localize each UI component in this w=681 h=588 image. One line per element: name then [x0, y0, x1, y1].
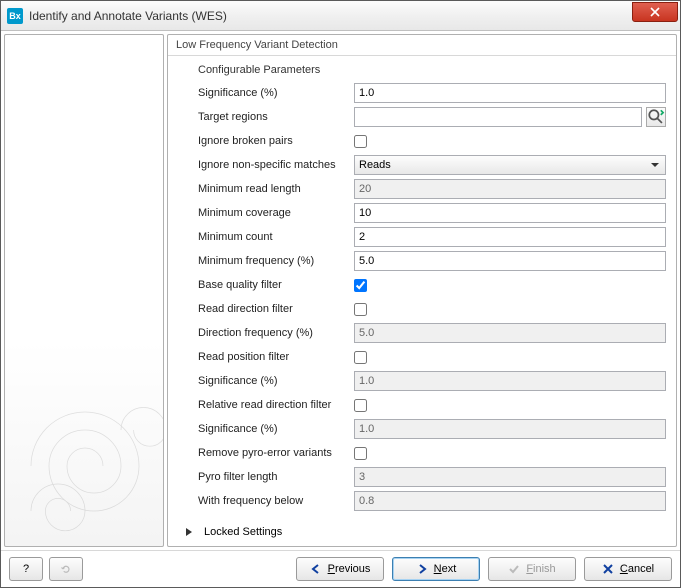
checkbox-ignore-broken-pairs[interactable] [354, 135, 367, 148]
input-target-regions[interactable] [354, 107, 642, 127]
input-direction-frequency [354, 323, 666, 343]
input-pyro-filter-length [354, 467, 666, 487]
locked-settings-label: Locked Settings [204, 526, 282, 538]
row-remove-pyro: Remove pyro-error variants [178, 442, 666, 464]
next-label: Next [434, 563, 457, 575]
reset-button[interactable] [49, 557, 83, 581]
titlebar: Bx Identify and Annotate Variants (WES) [1, 1, 680, 31]
select-value: Reads [359, 159, 391, 171]
row-read-position-filter: Read position filter [178, 346, 666, 368]
row-read-direction-filter: Read direction filter [178, 298, 666, 320]
section-title: Low Frequency Variant Detection [168, 35, 676, 56]
row-min-coverage: Minimum coverage [178, 202, 666, 224]
decorative-spiral [4, 376, 164, 547]
input-with-freq-below [354, 491, 666, 511]
cancel-button[interactable]: Cancel [584, 557, 672, 581]
label-ignore-nonspecific: Ignore non-specific matches [178, 159, 354, 171]
label-remove-pyro: Remove pyro-error variants [178, 447, 354, 459]
label-significance: Significance (%) [178, 87, 354, 99]
triangle-right-icon [186, 528, 192, 536]
row-base-quality-filter: Base quality filter [178, 274, 666, 296]
row-ignore-broken-pairs: Ignore broken pairs [178, 130, 666, 152]
label-significance-3: Significance (%) [178, 423, 354, 435]
label-read-position-filter: Read position filter [178, 351, 354, 363]
parameters-scroll[interactable]: Configurable Parameters Significance (%)… [168, 56, 676, 546]
window-title: Identify and Annotate Variants (WES) [29, 9, 632, 23]
previous-button[interactable]: Previous [296, 557, 384, 581]
row-significance-2: Significance (%) [178, 370, 666, 392]
browse-target-regions-button[interactable] [646, 107, 666, 127]
row-ignore-nonspecific: Ignore non-specific matches Reads [178, 154, 666, 176]
finish-button: Finish [488, 557, 576, 581]
checkbox-remove-pyro[interactable] [354, 447, 367, 460]
previous-label: Previous [328, 563, 371, 575]
row-target-regions: Target regions [178, 106, 666, 128]
dialog-window: Bx Identify and Annotate Variants (WES) … [0, 0, 681, 588]
arrow-right-icon [416, 563, 428, 575]
row-relative-read-dir: Relative read direction filter [178, 394, 666, 416]
row-with-freq-below: With frequency below [178, 490, 666, 512]
row-pyro-filter-length: Pyro filter length [178, 466, 666, 488]
body-area: Low Frequency Variant Detection Configur… [1, 31, 680, 550]
label-min-frequency: Minimum frequency (%) [178, 255, 354, 267]
checkbox-base-quality-filter[interactable] [354, 279, 367, 292]
label-base-quality-filter: Base quality filter [178, 279, 354, 291]
label-relative-read-dir: Relative read direction filter [178, 399, 354, 411]
cancel-label: Cancel [620, 563, 654, 575]
group-title: Configurable Parameters [198, 64, 666, 76]
close-button[interactable] [632, 2, 678, 22]
checkbox-relative-read-dir[interactable] [354, 399, 367, 412]
chevron-down-icon [651, 163, 659, 167]
label-min-read-length: Minimum read length [178, 183, 354, 195]
input-min-frequency[interactable] [354, 251, 666, 271]
input-significance-3 [354, 419, 666, 439]
arrow-left-icon [310, 563, 322, 575]
check-icon [508, 563, 520, 575]
finish-label: Finish [526, 563, 555, 575]
label-min-count: Minimum count [178, 231, 354, 243]
checkbox-read-direction-filter[interactable] [354, 303, 367, 316]
input-significance[interactable] [354, 83, 666, 103]
app-icon: Bx [7, 8, 23, 24]
label-read-direction-filter: Read direction filter [178, 303, 354, 315]
input-min-coverage[interactable] [354, 203, 666, 223]
x-icon [602, 563, 614, 575]
label-with-freq-below: With frequency below [178, 495, 354, 507]
label-significance-2: Significance (%) [178, 375, 354, 387]
main-panel: Low Frequency Variant Detection Configur… [167, 34, 677, 547]
next-button[interactable]: Next [392, 557, 480, 581]
wizard-sidebar [4, 34, 164, 547]
select-ignore-nonspecific[interactable]: Reads [354, 155, 666, 175]
close-icon [650, 7, 660, 17]
label-target-regions: Target regions [178, 111, 354, 123]
label-pyro-filter-length: Pyro filter length [178, 471, 354, 483]
row-min-frequency: Minimum frequency (%) [178, 250, 666, 272]
row-min-read-length: Minimum read length [178, 178, 666, 200]
row-direction-frequency: Direction frequency (%) [178, 322, 666, 344]
input-min-read-length [354, 179, 666, 199]
browse-icon [647, 108, 665, 126]
help-button[interactable]: ? [9, 557, 43, 581]
help-icon: ? [23, 563, 29, 575]
undo-icon [60, 563, 72, 575]
label-direction-frequency: Direction frequency (%) [178, 327, 354, 339]
input-significance-2 [354, 371, 666, 391]
label-ignore-broken-pairs: Ignore broken pairs [178, 135, 354, 147]
input-min-count[interactable] [354, 227, 666, 247]
row-significance: Significance (%) [178, 82, 666, 104]
row-significance-3: Significance (%) [178, 418, 666, 440]
label-min-coverage: Minimum coverage [178, 207, 354, 219]
locked-settings-toggle[interactable]: Locked Settings [186, 526, 666, 538]
checkbox-read-position-filter[interactable] [354, 351, 367, 364]
button-bar: ? Previous Next Finish Cancel [1, 550, 680, 587]
row-min-count: Minimum count [178, 226, 666, 248]
